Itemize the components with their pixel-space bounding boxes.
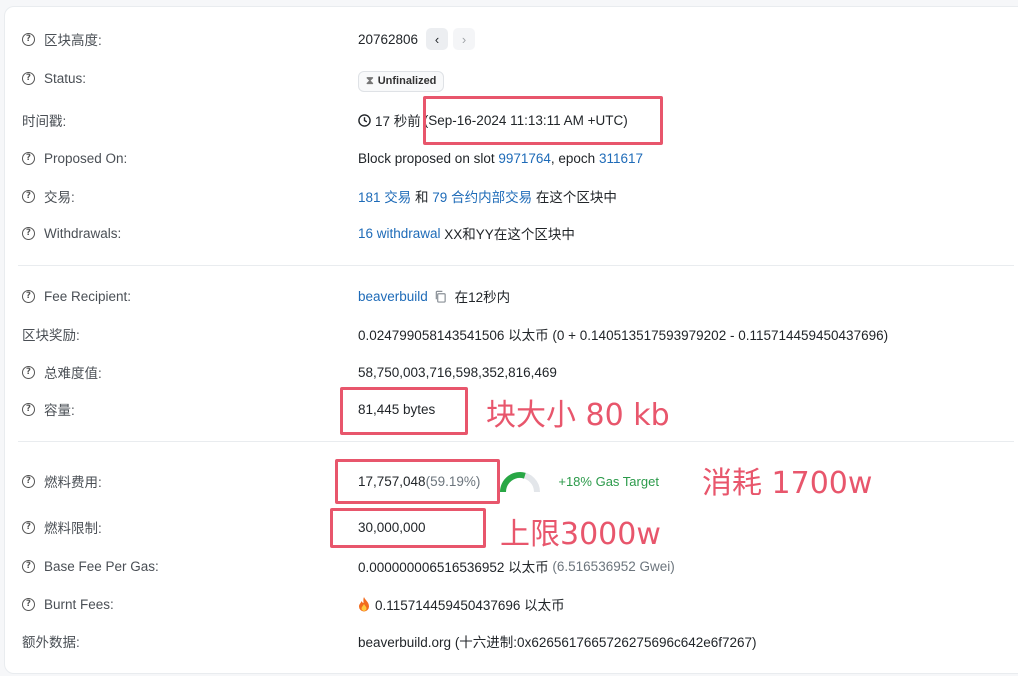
internal-transactions-link[interactable]: 79 合约内部交易 bbox=[432, 186, 532, 206]
annotation-gas-used: 消耗 1700w bbox=[702, 466, 873, 501]
gauge-fill bbox=[500, 472, 527, 493]
row-block-reward: 区块奖励: 0.024799058143541506 以太币 (0 + 0.14… bbox=[0, 319, 1014, 349]
label-base-fee: ? Base Fee Per Gas: bbox=[22, 551, 159, 581]
clock-icon bbox=[358, 113, 371, 127]
help-icon[interactable]: ? bbox=[22, 189, 35, 203]
highlight-size bbox=[340, 387, 468, 435]
help-icon[interactable]: ? bbox=[22, 597, 35, 611]
label-block-reward: 区块奖励: bbox=[22, 328, 80, 343]
row-proposed-on: ? Proposed On: Block proposed on slot 997… bbox=[0, 143, 1014, 173]
row-extra-data: 额外数据: beaverbuild.org (十六进制:0x6265617665… bbox=[0, 626, 1014, 656]
gas-target: +18% Gas Target bbox=[558, 473, 659, 489]
value-status: ⧗ Unfinalized bbox=[358, 66, 445, 96]
time-ago: 17 秒前 bbox=[375, 114, 421, 129]
row-fee-recipient: ? Fee Recipient: beaverbuild 在12秒内 bbox=[0, 281, 1014, 311]
value-withdrawals: 16 withdrawal XX和YY在这个区块中 bbox=[358, 225, 575, 243]
label-burnt-fees: ? Burnt Fees: bbox=[22, 589, 114, 619]
help-icon[interactable]: ? bbox=[22, 32, 35, 46]
epoch-link[interactable]: 311617 bbox=[599, 151, 643, 166]
row-block-height: ? 区块高度: 20762806 ‹ › bbox=[0, 24, 1014, 54]
block-number: 20762806 bbox=[358, 31, 419, 47]
annotation-gas-limit: 上限3000w bbox=[500, 517, 661, 552]
help-icon[interactable]: ? bbox=[22, 365, 35, 379]
value-base-fee: 0.000000006516536952 以太币 (6.516536952 Gw… bbox=[358, 558, 675, 576]
prev-block-button[interactable]: ‹ bbox=[426, 28, 449, 50]
transactions-link[interactable]: 181 交易 bbox=[358, 186, 411, 206]
label-proposed-on: ? Proposed On: bbox=[22, 143, 127, 173]
help-icon[interactable]: ? bbox=[22, 402, 35, 416]
help-icon[interactable]: ? bbox=[22, 289, 35, 303]
label-extra-data: 额外数据: bbox=[22, 635, 80, 650]
label-total-difficulty: ? 总难度值: bbox=[22, 357, 102, 387]
row-burnt-fees: ? Burnt Fees: 0.115714459450437696 以太币 bbox=[0, 589, 1014, 619]
divider bbox=[18, 441, 1014, 442]
value-total-difficulty: 58,750,003,716,598,352,816,469 bbox=[358, 364, 557, 380]
slot-link[interactable]: 9971764 bbox=[498, 151, 551, 166]
row-total-difficulty: ? 总难度值: 58,750,003,716,598,352,816,469 bbox=[0, 357, 1014, 387]
label-gas-limit: ? 燃料限制: bbox=[22, 512, 102, 542]
row-base-fee: ? Base Fee Per Gas: 0.000000006516536952 … bbox=[0, 551, 1014, 581]
copy-icon[interactable] bbox=[434, 290, 447, 303]
next-block-button[interactable]: › bbox=[453, 28, 476, 50]
help-icon[interactable]: ? bbox=[22, 151, 35, 165]
fee-recipient-link[interactable]: beaverbuild bbox=[358, 289, 428, 304]
fire-icon bbox=[359, 596, 369, 611]
annotation-size: 块大小 80 kb bbox=[486, 398, 670, 433]
gas-gauge bbox=[500, 472, 541, 493]
help-icon[interactable]: ? bbox=[22, 71, 35, 85]
chevron-left-icon: ‹ bbox=[434, 31, 440, 47]
label-transactions: ? 交易: bbox=[22, 181, 75, 211]
label-withdrawals: ? Withdrawals: bbox=[22, 218, 121, 248]
status-badge: ⧗ Unfinalized bbox=[358, 70, 445, 92]
value-proposed-on: Block proposed on slot 9971764 , epoch 3… bbox=[358, 150, 643, 166]
help-icon[interactable]: ? bbox=[22, 559, 35, 573]
row-status: ? Status: ⧗ Unfinalized bbox=[0, 63, 1014, 93]
value-fee-recipient: beaverbuild 在12秒内 bbox=[358, 288, 511, 306]
withdrawals-link[interactable]: 16 withdrawal bbox=[358, 226, 441, 241]
highlight-timestamp bbox=[423, 96, 663, 145]
label-gas-used: ? 燃料费用: bbox=[22, 466, 102, 496]
label-size: ? 容量: bbox=[22, 394, 75, 424]
help-icon[interactable]: ? bbox=[22, 226, 35, 240]
label-status: ? Status: bbox=[22, 63, 86, 93]
label-block-height: ? 区块高度: bbox=[22, 24, 102, 54]
value-extra-data: beaverbuild.org (十六进制:0x6265617665726275… bbox=[358, 635, 757, 650]
hourglass-icon: ⧗ bbox=[366, 74, 374, 87]
row-withdrawals: ? Withdrawals: 16 withdrawal XX和YY在这个区块中 bbox=[0, 218, 1014, 248]
divider bbox=[18, 265, 1014, 266]
help-icon[interactable]: ? bbox=[22, 474, 35, 488]
value-block-reward: 0.024799058143541506 以太币 (0 + 0.14051351… bbox=[358, 328, 889, 343]
help-icon[interactable]: ? bbox=[22, 520, 35, 534]
value-block-height: 20762806 ‹ › bbox=[358, 24, 476, 54]
highlight-gas-limit bbox=[330, 508, 486, 548]
chevron-right-icon: › bbox=[461, 31, 467, 47]
label-fee-recipient: ? Fee Recipient: bbox=[22, 281, 131, 311]
value-transactions: 181 交易 和 79 合约内部交易 在这个区块中 bbox=[358, 181, 617, 211]
value-burnt-fees: 0.115714459450437696 以太币 bbox=[358, 589, 565, 619]
label-timestamp: 时间戳: bbox=[22, 114, 67, 129]
row-transactions: ? 交易: 181 交易 和 79 合约内部交易 在这个区块中 bbox=[0, 181, 1014, 211]
highlight-gas-used bbox=[335, 459, 500, 504]
